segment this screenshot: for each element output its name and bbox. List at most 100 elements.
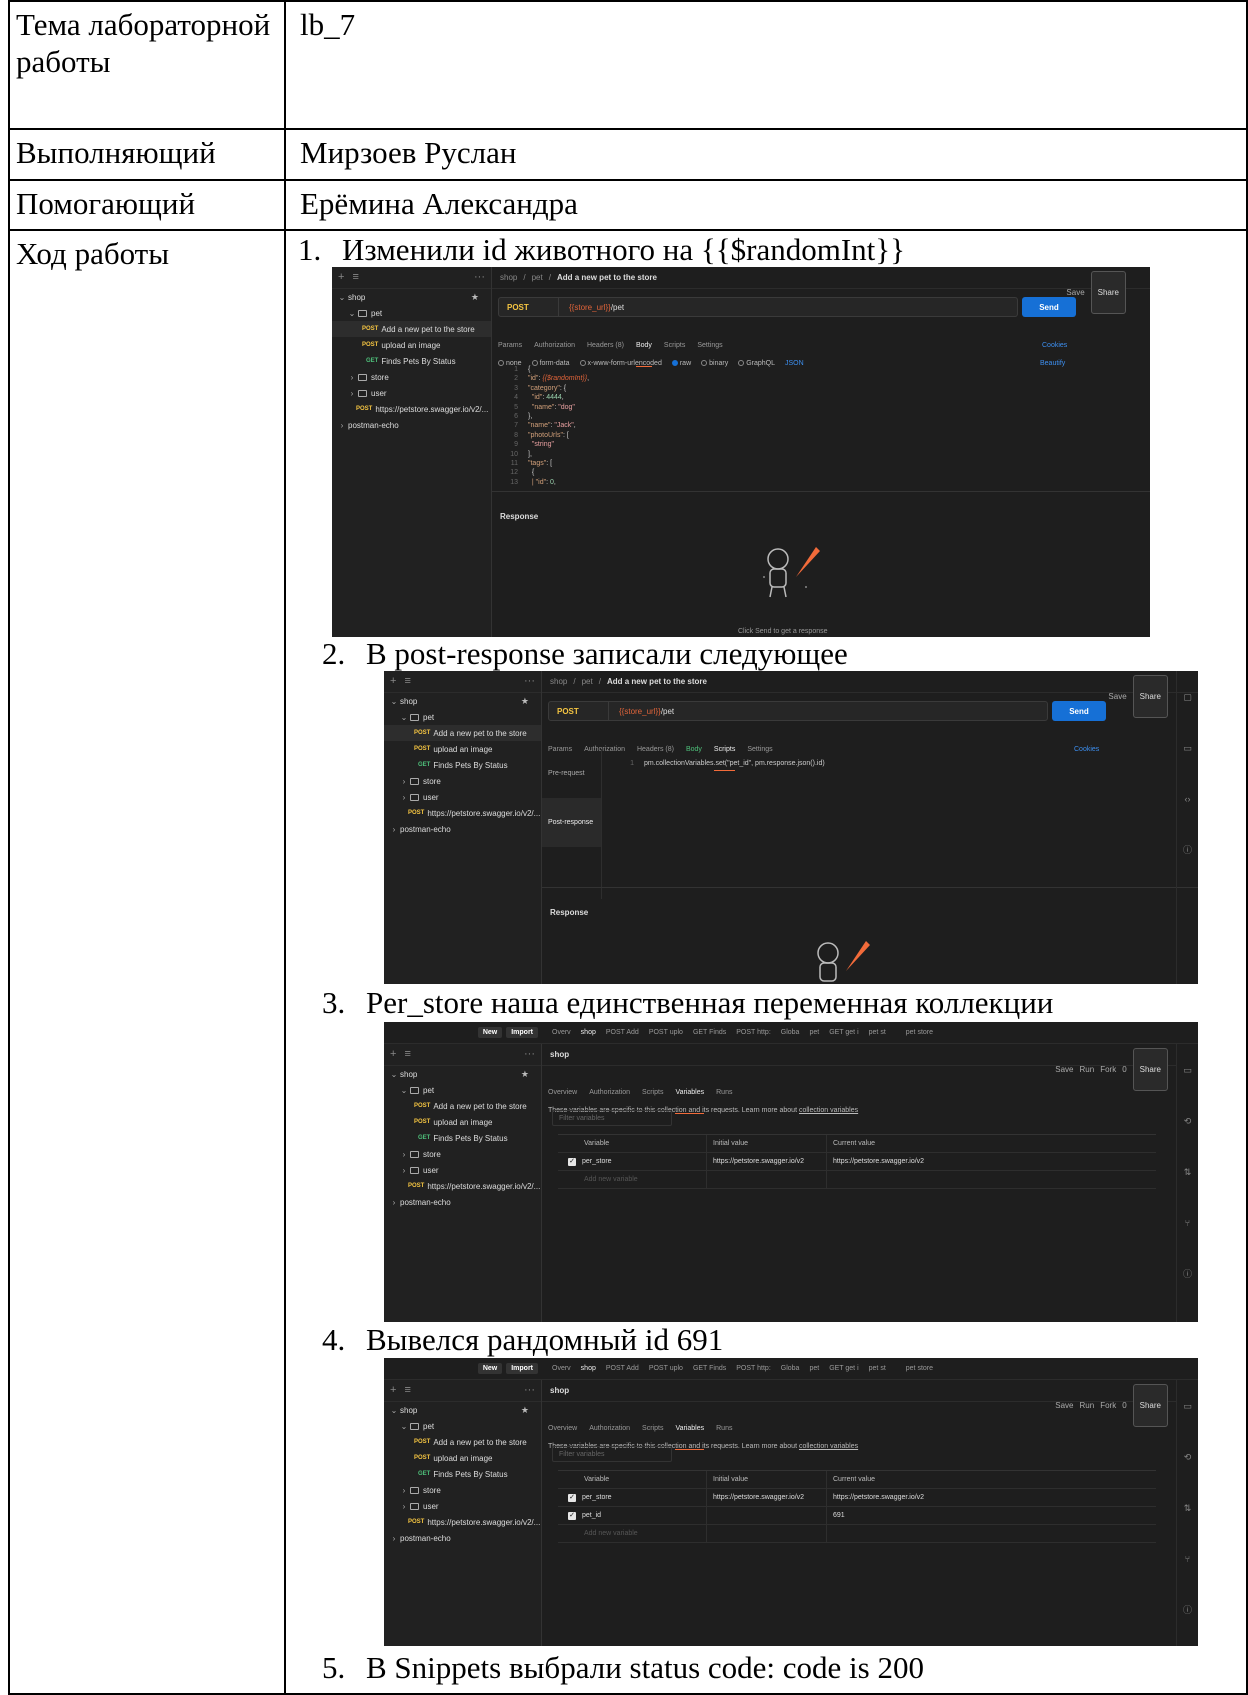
right-rail: ▭ ⟲ ⇅ ⑂ ⓘ bbox=[1176, 1044, 1198, 1322]
fork-icon[interactable]: ⑂ bbox=[1185, 1541, 1190, 1578]
info-icon[interactable]: ⓘ bbox=[1183, 1256, 1192, 1293]
step-2-number: 2. bbox=[322, 636, 346, 671]
run-button[interactable]: Run bbox=[1080, 1051, 1095, 1088]
script-editor[interactable]: 1 pm.collectionVariables.set("pet_id", pm… bbox=[612, 759, 825, 768]
pull-icon[interactable]: ⇅ bbox=[1184, 1154, 1192, 1191]
share-button[interactable]: Share bbox=[1132, 675, 1168, 718]
folder-icon bbox=[410, 777, 419, 785]
run-button[interactable]: Run bbox=[1080, 1387, 1095, 1424]
save-button[interactable]: Save bbox=[1055, 1051, 1073, 1088]
request-panel: shop / pet / Add a new pet to the store Save… bbox=[492, 267, 1150, 637]
url-input[interactable]: {{store_url}}/pet bbox=[609, 693, 674, 730]
share-button[interactable]: Share bbox=[1132, 1384, 1168, 1427]
fork-count: 0 bbox=[1122, 1401, 1127, 1410]
progress-label: Ход работы bbox=[8, 229, 286, 1695]
helper-label: Помогающий bbox=[8, 179, 286, 231]
click-send-hint: Click Send to get a response bbox=[738, 628, 828, 635]
beautify-link[interactable]: Beautify bbox=[1040, 345, 1065, 382]
new-button[interactable]: New bbox=[477, 1027, 503, 1038]
breadcrumb: shop / pet / Add a new pet to the store bbox=[492, 267, 1150, 289]
code-line: 6}, bbox=[514, 413, 533, 421]
helper-value: Ерёмина Александра bbox=[284, 179, 1248, 231]
share-button[interactable]: Share bbox=[1132, 1048, 1168, 1091]
variables-table: Variable Initial value Current value ✓ pe… bbox=[558, 1470, 1156, 1543]
chevron-down-icon: ⌄ bbox=[400, 1421, 408, 1431]
comment-icon[interactable]: ▭ bbox=[1183, 1388, 1192, 1425]
astronaut-illustration bbox=[756, 537, 826, 609]
chevron-down-icon: ⌄ bbox=[400, 1085, 408, 1095]
theme-label: Тема лабораторной работы bbox=[8, 0, 286, 130]
opt-urlencoded[interactable]: x-www-form-urlencoded bbox=[579, 345, 662, 382]
fork-icon[interactable]: ⑂ bbox=[1185, 1205, 1190, 1242]
top-tab-bar: New Import Overv shop POST Add POST uplo … bbox=[384, 1022, 1198, 1044]
history-icon[interactable]: ⟲ bbox=[1184, 1103, 1192, 1140]
chevron-right-icon: › bbox=[392, 1533, 396, 1543]
send-button[interactable]: Send bbox=[1022, 297, 1076, 317]
step-3-number: 3. bbox=[322, 985, 346, 1020]
step-4-text: Вывелся рандомный id 691 bbox=[366, 1322, 724, 1357]
screenshot-pet-id-variable: New Import Overv shop POST Add POST uplo … bbox=[384, 1358, 1198, 1646]
breadcrumb: shop / pet / Add a new pet to the store bbox=[542, 671, 1198, 693]
code-line: 9 "string" bbox=[514, 441, 554, 449]
post-response-section[interactable]: Post-response bbox=[542, 798, 601, 847]
share-button[interactable]: Share bbox=[1090, 271, 1126, 314]
add-variable-row[interactable]: Add new variable bbox=[558, 1525, 1156, 1543]
code-line: 3 "category": { bbox=[514, 384, 567, 392]
step-5: 5. В Snippets выбрали status code: code i… bbox=[322, 1649, 924, 1686]
comment-icon[interactable]: ▭ bbox=[1183, 1052, 1192, 1089]
chevron-right-icon: › bbox=[392, 1197, 396, 1207]
chevron-down-icon: ⌄ bbox=[348, 308, 356, 318]
step-5-number: 5. bbox=[322, 1650, 346, 1685]
json-select[interactable]: JSON bbox=[785, 345, 804, 382]
url-bar[interactable]: POST {{store_url}}/pet bbox=[548, 701, 1048, 721]
screenshot-post-response: + ≡ ··· ⌄ shop ★ ⌄ pet POST Add a new pet to t… bbox=[384, 671, 1198, 984]
opt-graphql[interactable]: GraphQL bbox=[738, 345, 775, 382]
history-icon[interactable]: ⟲ bbox=[1184, 1439, 1192, 1476]
collection-panel: shop Save Run Fork 0 Share Overview Authoriz… bbox=[542, 1044, 1176, 1322]
url-bar[interactable]: POST {{store_url}}/pet bbox=[498, 297, 1018, 317]
code-line: 10], bbox=[510, 450, 532, 458]
chevron-right-icon: › bbox=[392, 824, 396, 834]
step-5-text: В Snippets выбрали status code: code is … bbox=[366, 1650, 924, 1685]
doc-icon[interactable]: ▢ bbox=[1183, 679, 1192, 716]
collection-variables-link[interactable]: collection variables bbox=[799, 1443, 858, 1450]
collection-variables-link[interactable]: collection variables bbox=[799, 1107, 858, 1114]
chevron-right-icon: › bbox=[340, 420, 344, 430]
opt-binary[interactable]: binary bbox=[701, 345, 728, 382]
code-icon[interactable]: ‹› bbox=[1185, 781, 1191, 818]
add-variable-row[interactable]: Add new variable bbox=[558, 1171, 1156, 1189]
code-line: 5 "name": "dog" bbox=[514, 403, 575, 411]
screenshot-request-body: + ≡ ··· ⌄ shop ★ ⌄ pet POST Add a new pet to t… bbox=[332, 267, 1150, 637]
step-2-text: В post-response записали следующее bbox=[366, 636, 848, 671]
cookies-link[interactable]: Cookies bbox=[1074, 731, 1099, 768]
pre-request-section[interactable]: Pre-request bbox=[542, 749, 601, 798]
step-4: 4. Вывелся рандомный id 691 bbox=[322, 1321, 723, 1358]
filter-variables-input[interactable]: Filter variables bbox=[552, 1110, 672, 1126]
info-icon[interactable]: ⓘ bbox=[1183, 832, 1192, 869]
step-3: 3. Per_store наша единственная переменная… bbox=[322, 984, 1053, 1021]
pull-icon[interactable]: ⇅ bbox=[1184, 1490, 1192, 1527]
radio-icon bbox=[701, 360, 708, 367]
body-editor[interactable]: 1{2 "id": {{$randomInt}}, 3 "category": {4 … bbox=[496, 365, 589, 487]
info-icon[interactable]: ⓘ bbox=[1183, 1592, 1192, 1629]
folder-icon bbox=[358, 373, 367, 381]
save-button[interactable]: Save bbox=[1055, 1387, 1073, 1424]
fork-button[interactable]: Fork bbox=[1100, 1051, 1116, 1088]
radio-icon bbox=[738, 360, 745, 367]
method-select[interactable]: POST bbox=[549, 702, 609, 720]
fork-button[interactable]: Fork bbox=[1100, 1387, 1116, 1424]
sidebar: + ≡ ··· ⌄ shop ★ ⌄ pet POST Add a new pet to t… bbox=[384, 1044, 542, 1322]
send-button[interactable]: Send bbox=[1052, 701, 1106, 721]
url-input[interactable]: {{store_url}}/pet bbox=[559, 289, 624, 326]
new-button[interactable]: New bbox=[477, 1363, 503, 1374]
step-3-text: Per_store наша единственная переменная к… bbox=[366, 985, 1054, 1020]
filter-variables-input[interactable]: Filter variables bbox=[552, 1446, 672, 1462]
code-line: 8 "photoUrls": [ bbox=[514, 431, 569, 439]
method-select[interactable]: POST bbox=[499, 298, 559, 316]
save-button[interactable]: Save bbox=[1108, 678, 1126, 715]
comment-icon[interactable]: ▭ bbox=[1183, 730, 1192, 767]
pet-id-current-value[interactable]: 691 bbox=[826, 1507, 1156, 1524]
opt-raw[interactable]: raw bbox=[671, 345, 691, 382]
code-line: 13 | "id": 0, bbox=[510, 478, 556, 486]
executor-label: Выполняющий bbox=[8, 128, 286, 181]
